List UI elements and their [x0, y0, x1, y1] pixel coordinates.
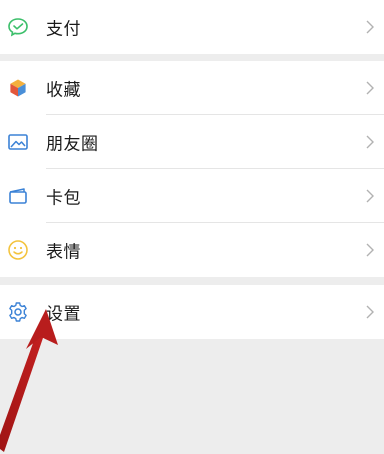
menu-item-label: 朋友圈	[46, 134, 99, 155]
menu-item-moments[interactable]: 朋友圈	[0, 115, 384, 169]
chevron-right-icon	[366, 189, 374, 203]
arrow-shaft	[0, 332, 44, 452]
menu-item-label: 设置	[46, 304, 81, 325]
card-wallet-icon	[6, 184, 30, 208]
wechat-pay-icon	[6, 15, 30, 39]
gear-icon	[6, 300, 30, 324]
menu-item-stickers[interactable]: 表情	[0, 223, 384, 277]
menu-item-pay[interactable]: 支付	[0, 0, 384, 54]
menu-item-label: 表情	[46, 242, 81, 263]
menu-item-cards[interactable]: 卡包	[0, 169, 384, 223]
cube-icon	[6, 76, 30, 100]
menu-item-settings[interactable]: 设置	[0, 285, 384, 339]
pay-group: 支付	[0, 0, 384, 54]
features-group: 收藏 朋友圈 卡包 表情	[0, 61, 384, 277]
settings-group: 设置	[0, 285, 384, 339]
smiley-icon	[6, 238, 30, 262]
menu-item-label: 收藏	[46, 80, 81, 101]
chevron-right-icon	[366, 20, 374, 34]
chevron-right-icon	[366, 135, 374, 149]
image-icon	[6, 130, 30, 154]
menu-item-label: 卡包	[46, 188, 81, 209]
chevron-right-icon	[366, 243, 374, 257]
chevron-right-icon	[366, 81, 374, 95]
menu-item-collections[interactable]: 收藏	[0, 61, 384, 115]
menu-item-label: 支付	[46, 19, 81, 40]
chevron-right-icon	[366, 305, 374, 319]
